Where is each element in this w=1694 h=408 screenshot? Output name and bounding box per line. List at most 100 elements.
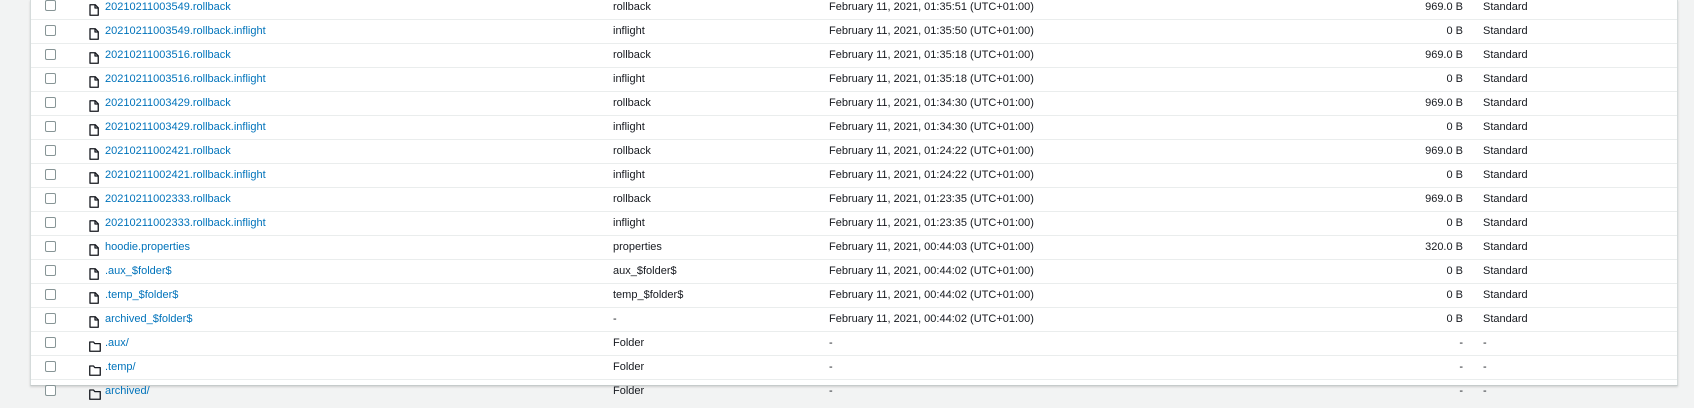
object-type: properties xyxy=(613,241,662,253)
row-checkbox[interactable] xyxy=(45,97,56,108)
table-row: 20210211002421.rollback rollback February … xyxy=(31,140,1677,164)
table-row: 20210211002421.rollback.inflight inflight… xyxy=(31,164,1677,188)
row-checkbox[interactable] xyxy=(45,73,56,84)
file-icon xyxy=(89,122,99,136)
row-checkbox[interactable] xyxy=(45,25,56,36)
row-checkbox[interactable] xyxy=(45,0,56,11)
object-storage-class: Standard xyxy=(1483,25,1528,37)
object-size: - xyxy=(1459,385,1463,397)
table-row: 20210211003549.rollback rollback February … xyxy=(31,0,1677,20)
table-row: .temp/Folder - - - xyxy=(31,356,1677,380)
object-name-link[interactable]: 20210211003429.rollback.inflight xyxy=(105,116,266,139)
row-checkbox[interactable] xyxy=(45,289,56,300)
object-name-link[interactable]: archived_$folder$ xyxy=(105,308,192,331)
file-icon xyxy=(89,314,99,328)
object-name-link[interactable]: .temp/ xyxy=(105,356,136,379)
object-type: Folder xyxy=(613,361,645,373)
object-last-modified: February 11, 2021, 00:44:02 (UTC+01:00) xyxy=(829,289,1034,301)
table-row: 20210211003429.rollback.inflight inflight… xyxy=(31,116,1677,140)
table-row: hoodie.properties properties February 11, … xyxy=(31,236,1677,260)
file-icon xyxy=(89,242,99,256)
object-storage-class: Standard xyxy=(1483,169,1528,181)
object-name-link[interactable]: .aux/ xyxy=(105,332,129,355)
row-checkbox[interactable] xyxy=(45,241,56,252)
table-row: 20210211002333.rollback rollback February … xyxy=(31,188,1677,212)
object-last-modified: February 11, 2021, 01:35:18 (UTC+01:00) xyxy=(829,73,1034,85)
object-size: 0 B xyxy=(1446,25,1463,37)
object-last-modified: February 11, 2021, 01:35:51 (UTC+01:00) xyxy=(829,1,1034,13)
object-name-link[interactable]: hoodie.properties xyxy=(105,236,190,259)
object-storage-class: Standard xyxy=(1483,193,1528,205)
row-checkbox[interactable] xyxy=(45,265,56,276)
table-row: .aux_$folder$ aux_$folder$ February 11, 20… xyxy=(31,260,1677,284)
object-storage-class: Standard xyxy=(1483,97,1528,109)
row-checkbox[interactable] xyxy=(45,49,56,60)
object-name-link[interactable]: 20210211003429.rollback xyxy=(105,92,231,115)
object-size: 969.0 B xyxy=(1425,193,1463,205)
object-last-modified: February 11, 2021, 01:24:22 (UTC+01:00) xyxy=(829,169,1034,181)
object-storage-class: - xyxy=(1483,337,1487,349)
row-checkbox[interactable] xyxy=(45,361,56,372)
object-name-link[interactable]: 20210211002333.rollback xyxy=(105,188,231,211)
object-storage-class: - xyxy=(1483,361,1487,373)
table-row: 20210211003516.rollback rollback February … xyxy=(31,44,1677,68)
file-icon xyxy=(89,74,99,88)
object-last-modified: - xyxy=(829,361,833,373)
object-type: Folder xyxy=(613,337,645,349)
objects-table-body: 20210211003549.rollback rollback February … xyxy=(31,0,1677,403)
object-name-link[interactable]: 20210211003549.rollback xyxy=(105,0,231,19)
object-type: rollback xyxy=(613,97,651,109)
object-size: 969.0 B xyxy=(1425,49,1463,61)
object-name-link[interactable]: archived/ xyxy=(105,380,150,403)
row-checkbox[interactable] xyxy=(45,193,56,204)
object-name-link[interactable]: 20210211002421.rollback xyxy=(105,140,231,163)
object-name-link[interactable]: 20210211002333.rollback.inflight xyxy=(105,212,266,235)
object-last-modified: February 11, 2021, 00:44:03 (UTC+01:00) xyxy=(829,241,1034,253)
object-type: inflight xyxy=(613,121,645,133)
object-size: 969.0 B xyxy=(1425,145,1463,157)
object-last-modified: February 11, 2021, 00:44:02 (UTC+01:00) xyxy=(829,265,1034,277)
object-storage-class: Standard xyxy=(1483,265,1528,277)
object-type: inflight xyxy=(613,169,645,181)
row-checkbox[interactable] xyxy=(45,217,56,228)
object-storage-class: Standard xyxy=(1483,121,1528,133)
object-name-link[interactable]: 20210211003516.rollback xyxy=(105,44,231,67)
object-type: Folder xyxy=(613,385,645,397)
object-last-modified: - xyxy=(829,337,833,349)
object-storage-class: Standard xyxy=(1483,313,1528,325)
object-last-modified: February 11, 2021, 01:34:30 (UTC+01:00) xyxy=(829,121,1034,133)
object-type: inflight xyxy=(613,217,645,229)
file-icon xyxy=(89,146,99,160)
object-name-link[interactable]: 20210211002421.rollback.inflight xyxy=(105,164,266,187)
table-row: .aux/Folder - - - xyxy=(31,332,1677,356)
object-name-link[interactable]: .temp_$folder$ xyxy=(105,284,178,307)
object-storage-class: Standard xyxy=(1483,1,1528,13)
row-checkbox[interactable] xyxy=(45,121,56,132)
object-size: 0 B xyxy=(1446,121,1463,133)
objects-table: 20210211003549.rollback rollback February … xyxy=(30,0,1678,400)
object-name-link[interactable]: 20210211003549.rollback.inflight xyxy=(105,20,266,43)
object-name-link[interactable]: .aux_$folder$ xyxy=(105,260,172,283)
object-size: 0 B xyxy=(1446,313,1463,325)
object-size: 0 B xyxy=(1446,73,1463,85)
row-checkbox[interactable] xyxy=(45,385,56,396)
row-checkbox[interactable] xyxy=(45,337,56,348)
table-row: 20210211003516.rollback.inflight inflight… xyxy=(31,68,1677,92)
object-size: 0 B xyxy=(1446,217,1463,229)
file-icon xyxy=(89,50,99,64)
object-last-modified: February 11, 2021, 01:35:18 (UTC+01:00) xyxy=(829,49,1034,61)
object-storage-class: Standard xyxy=(1483,289,1528,301)
object-storage-class: Standard xyxy=(1483,49,1528,61)
folder-icon xyxy=(89,338,101,352)
object-type: rollback xyxy=(613,193,651,205)
file-icon xyxy=(89,2,99,16)
object-type: inflight xyxy=(613,73,645,85)
row-checkbox[interactable] xyxy=(45,169,56,180)
object-type: - xyxy=(613,313,617,325)
object-storage-class: Standard xyxy=(1483,217,1528,229)
object-name-link[interactable]: 20210211003516.rollback.inflight xyxy=(105,68,266,91)
object-size: 969.0 B xyxy=(1425,97,1463,109)
row-checkbox[interactable] xyxy=(45,313,56,324)
object-last-modified: February 11, 2021, 01:23:35 (UTC+01:00) xyxy=(829,193,1034,205)
row-checkbox[interactable] xyxy=(45,145,56,156)
